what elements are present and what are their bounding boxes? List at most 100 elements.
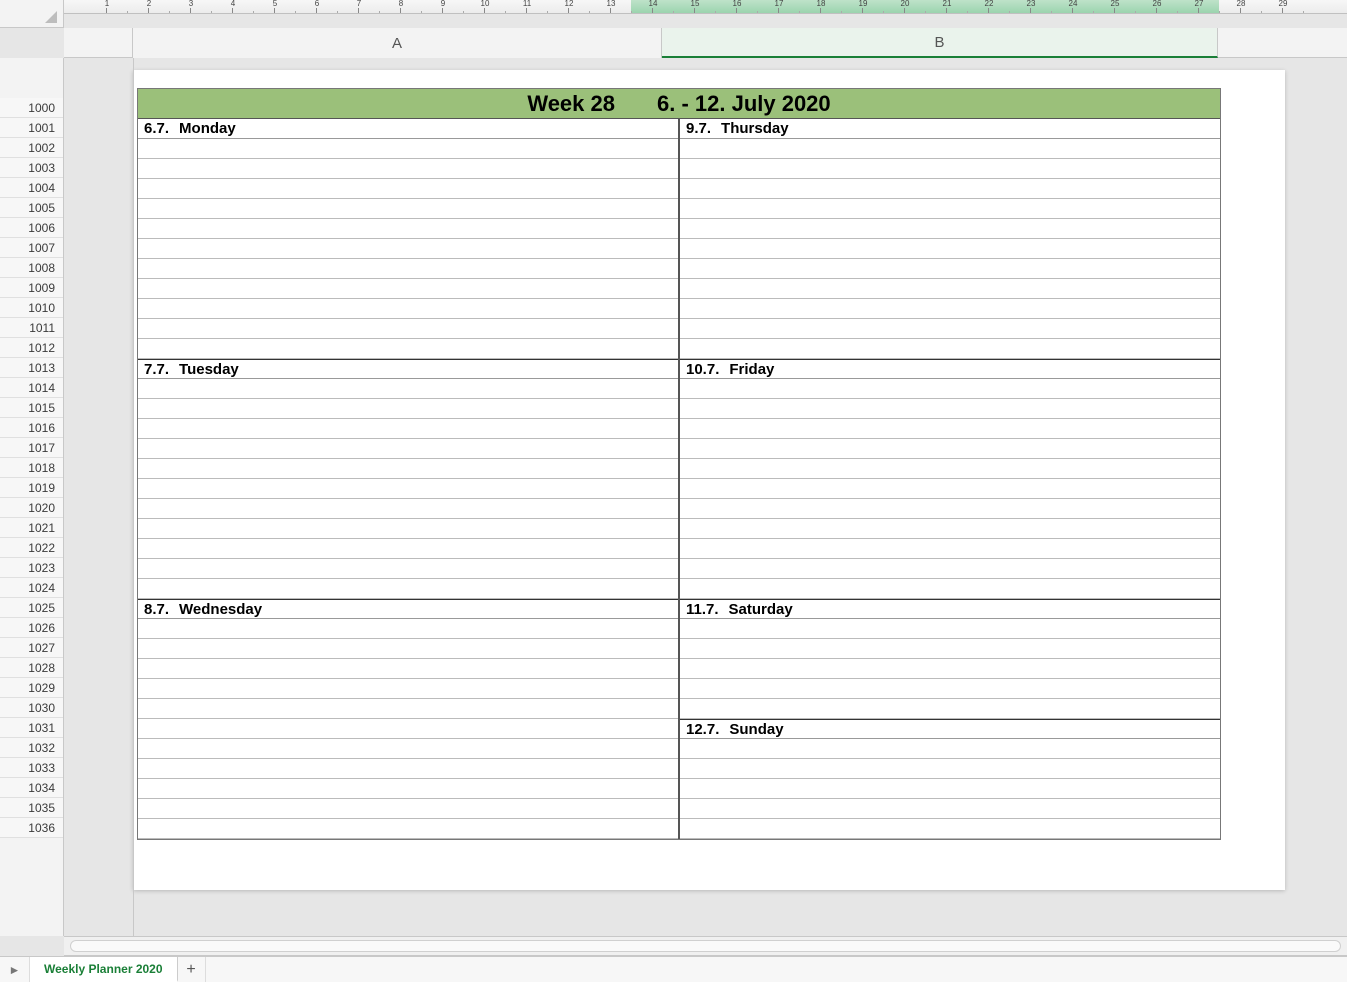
row-header[interactable]: 1022	[0, 538, 63, 558]
row-header[interactable]: 1000	[0, 98, 63, 118]
column-header-a[interactable]: A	[133, 28, 662, 58]
planner-slot[interactable]	[680, 319, 1220, 339]
planner-slot[interactable]	[680, 399, 1220, 419]
row-header[interactable]: 1028	[0, 658, 63, 678]
planner-slot[interactable]	[138, 159, 678, 179]
planner-slot[interactable]	[680, 699, 1220, 719]
row-header[interactable]: 1011	[0, 318, 63, 338]
planner-slot[interactable]	[680, 819, 1220, 839]
planner-slot[interactable]	[138, 679, 678, 699]
sheet-canvas[interactable]: Week 28 6. - 12. July 2020 6.7.Monday7.7…	[64, 58, 1347, 936]
row-header[interactable]: 1033	[0, 758, 63, 778]
planner-slot[interactable]	[138, 259, 678, 279]
row-header[interactable]: 1021	[0, 518, 63, 538]
row-header[interactable]: 1014	[0, 378, 63, 398]
planner-slot[interactable]	[138, 479, 678, 499]
planner-slot[interactable]	[138, 319, 678, 339]
planner-slot[interactable]	[138, 139, 678, 159]
sheet-tab-active[interactable]: Weekly Planner 2020	[30, 957, 178, 982]
row-header[interactable]: 1029	[0, 678, 63, 698]
planner-slot[interactable]	[680, 279, 1220, 299]
planner-slot[interactable]	[680, 679, 1220, 699]
row-header[interactable]: 1015	[0, 398, 63, 418]
planner-slot[interactable]	[680, 139, 1220, 159]
planner-slot[interactable]	[138, 719, 678, 739]
row-header[interactable]: 1004	[0, 178, 63, 198]
planner-slot[interactable]	[138, 619, 678, 639]
planner-slot[interactable]	[138, 539, 678, 559]
row-header[interactable]: 1001	[0, 118, 63, 138]
planner-slot[interactable]	[138, 799, 678, 819]
planner-slot[interactable]	[138, 379, 678, 399]
planner-slot[interactable]	[680, 799, 1220, 819]
planner-slot[interactable]	[680, 659, 1220, 679]
planner-slot[interactable]	[138, 399, 678, 419]
planner-slot[interactable]	[680, 459, 1220, 479]
row-header[interactable]: 1007	[0, 238, 63, 258]
row-header[interactable]: 1019	[0, 478, 63, 498]
row-header[interactable]: 1005	[0, 198, 63, 218]
row-header[interactable]: 1006	[0, 218, 63, 238]
planner-slot[interactable]	[138, 459, 678, 479]
row-header[interactable]: 1024	[0, 578, 63, 598]
scrollbar-track[interactable]	[70, 940, 1341, 952]
row-header[interactable]: 1008	[0, 258, 63, 278]
row-header[interactable]: 1003	[0, 158, 63, 178]
planner-slot[interactable]	[680, 379, 1220, 399]
planner-slot[interactable]	[680, 559, 1220, 579]
row-header[interactable]: 1017	[0, 438, 63, 458]
planner-slot[interactable]	[138, 819, 678, 839]
horizontal-scrollbar[interactable]	[64, 936, 1347, 956]
planner-slot[interactable]	[680, 739, 1220, 759]
planner-slot[interactable]	[138, 239, 678, 259]
planner-slot[interactable]	[680, 199, 1220, 219]
planner-slot[interactable]	[138, 519, 678, 539]
row-header[interactable]: 1030	[0, 698, 63, 718]
select-all-corner[interactable]	[0, 0, 64, 28]
row-header[interactable]: 1002	[0, 138, 63, 158]
horizontal-ruler[interactable]: 1234567891011121314151617181920212223242…	[64, 0, 1347, 14]
planner-slot[interactable]	[680, 239, 1220, 259]
planner-slot[interactable]	[680, 519, 1220, 539]
row-header[interactable]: 1020	[0, 498, 63, 518]
row-header[interactable]: 1012	[0, 338, 63, 358]
planner-slot[interactable]	[138, 579, 678, 599]
row-header[interactable]: 1034	[0, 778, 63, 798]
planner-slot[interactable]	[138, 199, 678, 219]
planner-slot[interactable]	[138, 279, 678, 299]
row-header[interactable]: 1010	[0, 298, 63, 318]
planner-slot[interactable]	[138, 179, 678, 199]
planner-slot[interactable]	[680, 639, 1220, 659]
row-header[interactable]: 1016	[0, 418, 63, 438]
planner-slot[interactable]	[680, 619, 1220, 639]
row-header[interactable]: 1032	[0, 738, 63, 758]
planner-slot[interactable]	[138, 559, 678, 579]
planner-slot[interactable]	[138, 659, 678, 679]
planner-slot[interactable]	[138, 419, 678, 439]
planner-slot[interactable]	[138, 219, 678, 239]
planner-slot[interactable]	[680, 259, 1220, 279]
planner-slot[interactable]	[680, 779, 1220, 799]
planner-slot[interactable]	[138, 779, 678, 799]
planner-slot[interactable]	[138, 699, 678, 719]
row-header[interactable]: 1031	[0, 718, 63, 738]
planner-slot[interactable]	[680, 299, 1220, 319]
planner-slot[interactable]	[680, 479, 1220, 499]
planner-slot[interactable]	[138, 299, 678, 319]
planner-slot[interactable]	[680, 439, 1220, 459]
row-header[interactable]: 1035	[0, 798, 63, 818]
planner-slot[interactable]	[680, 339, 1220, 359]
planner-slot[interactable]	[138, 759, 678, 779]
add-sheet-button[interactable]: +	[178, 957, 206, 982]
row-header[interactable]: 1023	[0, 558, 63, 578]
row-header[interactable]: 1026	[0, 618, 63, 638]
planner-slot[interactable]	[138, 439, 678, 459]
planner-slot[interactable]	[680, 419, 1220, 439]
planner-slot[interactable]	[138, 339, 678, 359]
planner-slot[interactable]	[680, 759, 1220, 779]
planner-slot[interactable]	[138, 499, 678, 519]
row-header[interactable]: 1009	[0, 278, 63, 298]
row-header[interactable]: 1036	[0, 818, 63, 838]
planner-slot[interactable]	[138, 739, 678, 759]
column-header-b[interactable]: B	[662, 28, 1218, 58]
